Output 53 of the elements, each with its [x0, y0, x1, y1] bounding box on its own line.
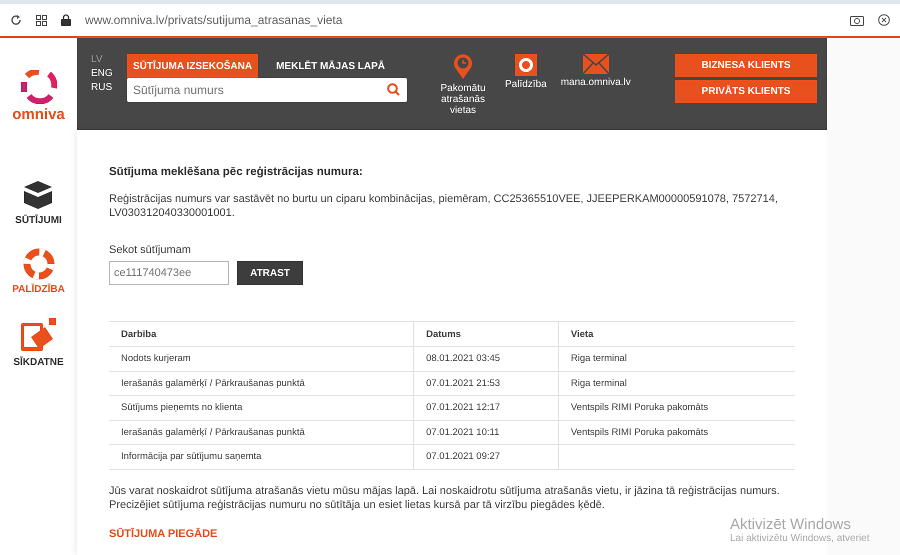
lifebuoy-icon — [22, 248, 54, 280]
activation-title: Aktivizēt Windows — [730, 516, 852, 533]
grid-icon[interactable] — [36, 14, 47, 26]
table-cell: Sūtījums pieņemts no klienta — [109, 396, 414, 420]
intro-paragraph: Reģistrācijas numurs var sastāvēt no burtu un ciparu kombinācijas, piemēram, CC25365510VEE, JJEEPERKAM00000591078, 7572714, LV030312040330001001. — [109, 192, 779, 220]
table-cell: Ierašanās galamērķī / Pārkraušanas punktā — [109, 371, 414, 396]
lock-icon — [61, 14, 71, 26]
language-link[interactable]: RUS — [91, 82, 117, 93]
envelope-icon — [582, 54, 609, 74]
search-icon[interactable] — [387, 83, 400, 96]
search-tab[interactable]: MEKLĒT MĀJAS LAPĀ — [270, 54, 391, 78]
table-cell: Nodots kurjeram — [109, 346, 414, 371]
sidebar-item[interactable]: PALĪDZĪBA — [12, 248, 65, 295]
logo-text: omniva — [12, 106, 65, 123]
table-cell: Ventspils RIMI Poruka pakomāts — [558, 420, 795, 444]
header-link[interactable]: Pakomātu atrašanās vietas — [435, 54, 491, 130]
table-cell: 07.01.2021 21:53 — [414, 371, 558, 396]
client-button[interactable]: PRIVĀTS KLIENTS — [675, 80, 817, 103]
section-title: SŪTĪJUMA PIEGĀDE — [109, 528, 218, 540]
info-paragraph: Jūs varat noskaidrot sūtījuma atrašanās vietu mūsu mājas lapā. Lai noskaidrotu sūtījuma atrašanās vietu, ir jāzina tā reģistrācijas numurs. Precizējiet sūtījuma reģistrācijas numuru no sūtītāja un esiet lietas kursā par tā virzību piegādes ķēdē. — [109, 484, 781, 512]
lifebuoy-icon — [514, 54, 537, 76]
table-cell: 07.01.2021 12:17 — [414, 396, 558, 420]
table-cell: Riga terminal — [558, 346, 795, 371]
search-tab[interactable]: SŪTĪJUMA IZSEKOŠANA — [127, 54, 258, 78]
reload-icon[interactable] — [10, 14, 22, 26]
table-cell: Ierašanās galamērķī / Pārkraušanas punktā — [109, 420, 414, 444]
table-cell: 07.01.2021 10:11 — [414, 420, 558, 444]
close-icon[interactable] — [878, 14, 890, 26]
activation-text: Lai aktivizētu Windows, atveriet — [730, 533, 870, 544]
column-header: Darbība — [109, 322, 414, 346]
clock-pin-icon — [453, 54, 473, 80]
sidebar-item[interactable]: SĪKDATNE — [13, 317, 64, 368]
find-button[interactable]: ATRAST — [237, 261, 303, 285]
camera-icon[interactable] — [850, 14, 864, 26]
search-field[interactable]: Sūtījuma numurs — [127, 78, 407, 102]
track-label: Sekot sūtījumam — [109, 244, 192, 256]
table-cell: 08.01.2021 03:45 — [414, 346, 558, 371]
sidebar-item[interactable]: SŪTĪJUMI — [15, 179, 62, 226]
address-bar-url[interactable]: www.omniva.lv/privats/sutijuma_atrasanas_vieta — [85, 13, 836, 27]
tracking-number-field[interactable]: ce111740473ee — [109, 261, 229, 285]
logo-icon — [20, 70, 56, 104]
language-link[interactable]: ENG — [91, 68, 117, 79]
section-heading: Sūtījuma meklēšana pēc reģistrācijas numura: — [109, 166, 364, 178]
column-header: Datums — [414, 322, 558, 346]
tablet-envelope-icon — [18, 317, 58, 353]
client-button[interactable]: BIZNESA KLIENTS — [675, 54, 817, 77]
table-cell: Riga terminal — [558, 371, 795, 396]
header-link[interactable]: mana.omniva.lv — [560, 54, 631, 130]
column-header: Vieta — [558, 322, 795, 346]
table-cell: Informācija par sūtījumu saņemta — [109, 444, 414, 469]
header-link[interactable]: Palīdzība — [505, 54, 547, 130]
table-cell: Ventspils RIMI Poruka pakomāts — [558, 396, 795, 420]
table-cell: 07.01.2021 09:27 — [414, 444, 558, 469]
